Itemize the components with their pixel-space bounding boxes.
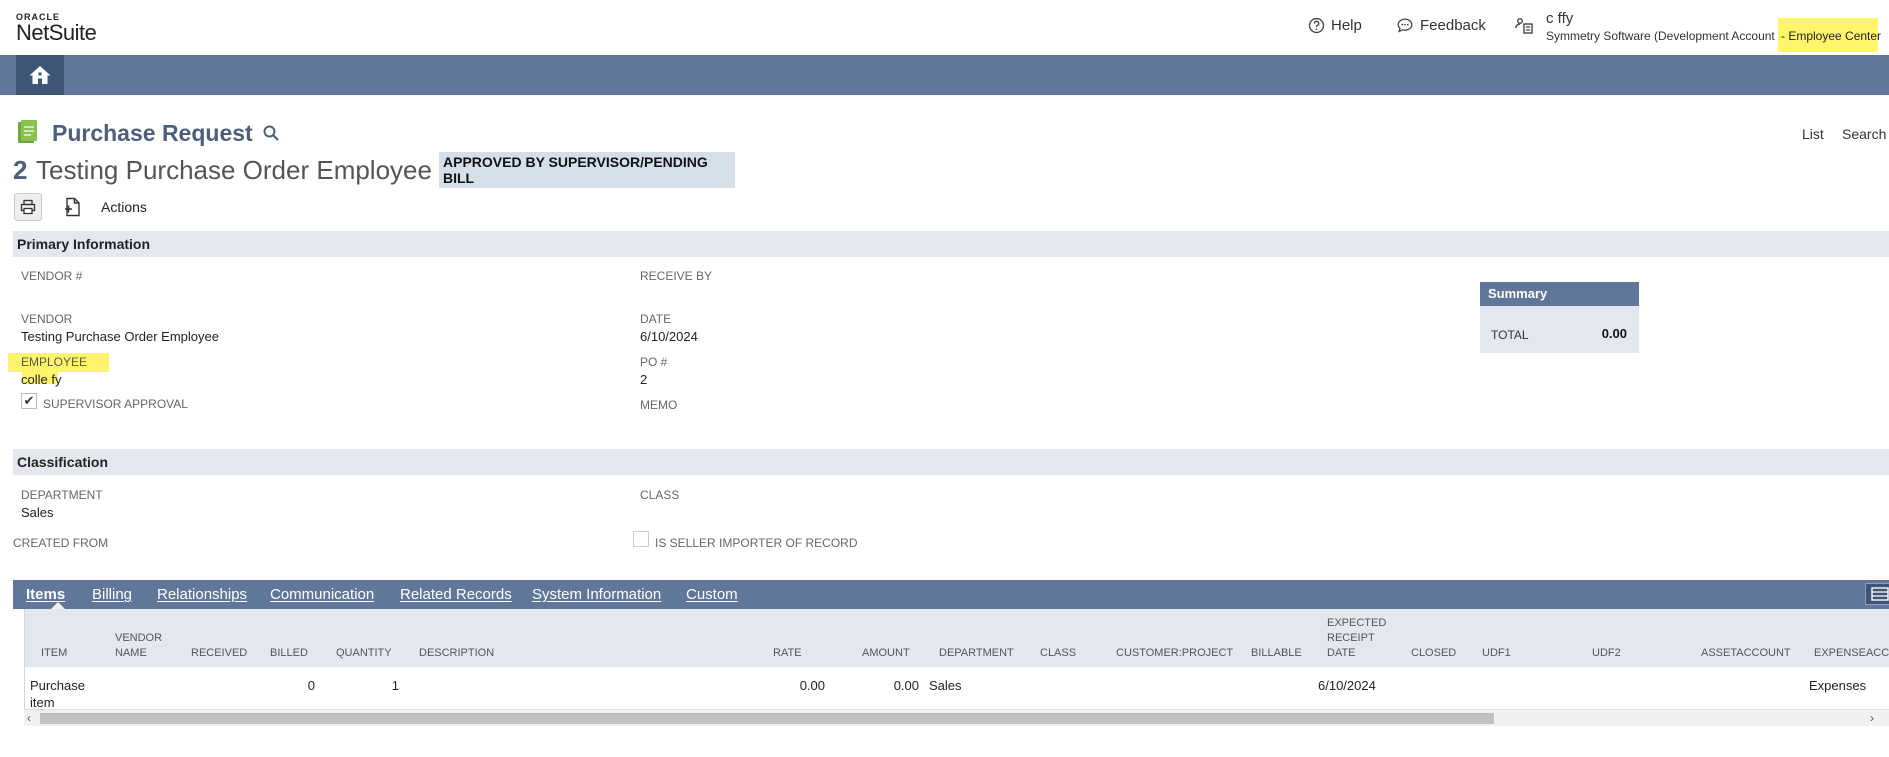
record-number: 2 bbox=[13, 155, 28, 185]
active-tab-caret bbox=[51, 602, 65, 609]
search-icon[interactable] bbox=[262, 124, 280, 142]
list-view-icon bbox=[1871, 587, 1889, 601]
scroll-right-arrow-icon[interactable]: › bbox=[1870, 711, 1874, 725]
receive-by-label: RECEIVE BY bbox=[640, 269, 713, 283]
items-grid-header: ITEM VENDOR NAME RECEIVED BILLED QUANTIT… bbox=[25, 609, 1889, 667]
cell-quantity: 1 bbox=[391, 678, 399, 693]
tab-related-records[interactable]: Related Records bbox=[400, 586, 512, 603]
vendor-label: VENDOR bbox=[21, 312, 73, 326]
col-header-expenseaccount: EXPENSEACCO bbox=[1814, 647, 1889, 659]
actions-menu[interactable]: Actions bbox=[101, 199, 147, 215]
date-value: 6/10/2024 bbox=[640, 329, 698, 344]
cell-billed: 0 bbox=[307, 678, 315, 693]
user-name[interactable]: c ffy bbox=[1546, 10, 1573, 27]
search-link[interactable]: Search bbox=[1842, 126, 1886, 142]
department-label: DEPARTMENT bbox=[21, 488, 103, 502]
record-name: Testing Purchase Order Employee bbox=[36, 155, 432, 185]
page-title: Purchase Request bbox=[52, 120, 253, 146]
summary-total-value: 0.00 bbox=[1601, 326, 1627, 341]
table-row[interactable]: Purchase item 0 1 0.00 0.00 Sales 6/10/2… bbox=[25, 667, 1889, 709]
chat-bubble-icon bbox=[1397, 18, 1413, 33]
vendor-value[interactable]: Testing Purchase Order Employee bbox=[21, 329, 219, 344]
list-link[interactable]: List bbox=[1802, 126, 1824, 142]
po-number-label: PO # bbox=[640, 355, 668, 369]
po-number-value: 2 bbox=[640, 372, 648, 387]
netsuite-logo[interactable]: ORACLE NetSuite bbox=[16, 12, 97, 46]
supervisor-approval-label: SUPERVISOR APPROVAL bbox=[43, 397, 188, 411]
home-button[interactable] bbox=[16, 55, 64, 95]
top-header: ORACLE NetSuite Help Feedback c ffy Symm… bbox=[0, 0, 1889, 55]
col-header-rate: RATE bbox=[773, 647, 802, 659]
memo-label: MEMO bbox=[640, 398, 678, 412]
cell-expected-receipt-date: 6/10/2024 bbox=[1318, 678, 1376, 693]
subtab-view-toggle[interactable] bbox=[1865, 583, 1889, 605]
col-header-vendor-name: VENDOR NAME bbox=[115, 632, 163, 659]
help-link[interactable]: Help bbox=[1308, 17, 1362, 34]
scroll-left-arrow-icon[interactable]: ‹ bbox=[27, 711, 31, 725]
classification-header[interactable]: Classification bbox=[13, 449, 1889, 475]
col-header-billed: BILLED bbox=[270, 647, 308, 659]
supervisor-approval-checkbox[interactable]: ✔ bbox=[21, 393, 37, 409]
col-header-received: RECEIVED bbox=[191, 647, 248, 659]
status-badge: APPROVED BY SUPERVISOR/PENDING BILL bbox=[439, 152, 735, 188]
vendor-number-label: VENDOR # bbox=[21, 269, 83, 283]
role-label[interactable]: - Employee Center bbox=[1781, 29, 1881, 43]
help-label: Help bbox=[1331, 17, 1362, 34]
summary-total-label: TOTAL bbox=[1491, 328, 1529, 342]
col-header-quantity: QUANTITY bbox=[336, 647, 392, 659]
col-header-expected-receipt-date: EXPECTED RECEIPT DATE bbox=[1327, 617, 1387, 659]
col-header-udf2: UDF2 bbox=[1592, 647, 1621, 659]
subtab-bar: Items Billing Relationships Communicatio… bbox=[13, 580, 1889, 609]
new-document-icon[interactable] bbox=[64, 197, 82, 217]
col-header-description: DESCRIPTION bbox=[419, 647, 495, 659]
date-label: DATE bbox=[640, 312, 672, 326]
logo-netsuite-text: NetSuite bbox=[16, 20, 97, 45]
col-header-amount: AMOUNT bbox=[862, 647, 910, 659]
tab-items[interactable]: Items bbox=[26, 586, 65, 603]
primary-info-header[interactable]: Primary Information bbox=[13, 231, 1889, 257]
help-icon bbox=[1308, 17, 1325, 34]
class-label: CLASS bbox=[640, 488, 680, 502]
grid-horizontal-scrollbar[interactable]: ‹ › bbox=[24, 709, 1889, 726]
main-nav-bar bbox=[0, 55, 1889, 95]
col-header-customer-project: CUSTOMER:PROJECT bbox=[1116, 647, 1234, 659]
tab-system-information[interactable]: System Information bbox=[532, 586, 661, 603]
tab-communication[interactable]: Communication bbox=[270, 586, 374, 603]
tab-custom[interactable]: Custom bbox=[686, 586, 738, 603]
print-button[interactable] bbox=[14, 193, 42, 221]
col-header-closed: CLOSED bbox=[1411, 647, 1457, 659]
created-from-label: CREATED FROM bbox=[13, 536, 109, 550]
home-icon bbox=[29, 66, 51, 84]
cell-expense-account: Expenses bbox=[1809, 678, 1867, 693]
summary-box: Summary TOTAL 0.00 bbox=[1480, 282, 1639, 353]
cell-amount: 0.00 bbox=[893, 678, 919, 693]
printer-icon bbox=[20, 199, 36, 215]
cell-item[interactable]: Purchase item bbox=[30, 677, 96, 709]
col-header-department: DEPARTMENT bbox=[939, 647, 1014, 659]
feedback-label: Feedback bbox=[1420, 17, 1486, 34]
col-header-class: CLASS bbox=[1040, 647, 1077, 659]
tab-billing[interactable]: Billing bbox=[92, 586, 132, 603]
department-value: Sales bbox=[21, 505, 54, 520]
feedback-link[interactable]: Feedback bbox=[1396, 17, 1486, 34]
col-header-assetaccount: ASSETACCOUNT bbox=[1701, 647, 1791, 659]
seller-importer-checkbox[interactable] bbox=[633, 531, 649, 547]
cell-department: Sales bbox=[929, 678, 962, 693]
account-switch-icon[interactable] bbox=[1514, 17, 1534, 35]
tab-relationships[interactable]: Relationships bbox=[157, 586, 247, 603]
col-header-billable: BILLABLE bbox=[1251, 647, 1302, 659]
status-text: APPROVED BY SUPERVISOR/PENDING BILL bbox=[443, 154, 708, 186]
items-grid: ITEM VENDOR NAME RECEIVED BILLED QUANTIT… bbox=[24, 609, 1889, 709]
company-name: Symmetry Software (Development Account 5… bbox=[1546, 29, 1789, 43]
employee-label: EMPLOYEE bbox=[21, 355, 88, 369]
cell-rate: 0.00 bbox=[799, 678, 825, 693]
scrollbar-thumb[interactable] bbox=[40, 713, 1494, 724]
col-header-item: ITEM bbox=[41, 647, 68, 659]
record-type-icon bbox=[18, 120, 37, 143]
summary-title: Summary bbox=[1480, 282, 1639, 306]
seller-importer-label: IS SELLER IMPORTER OF RECORD bbox=[655, 536, 858, 550]
col-header-udf1: UDF1 bbox=[1482, 647, 1511, 659]
employee-value[interactable]: colle fy bbox=[21, 372, 61, 387]
